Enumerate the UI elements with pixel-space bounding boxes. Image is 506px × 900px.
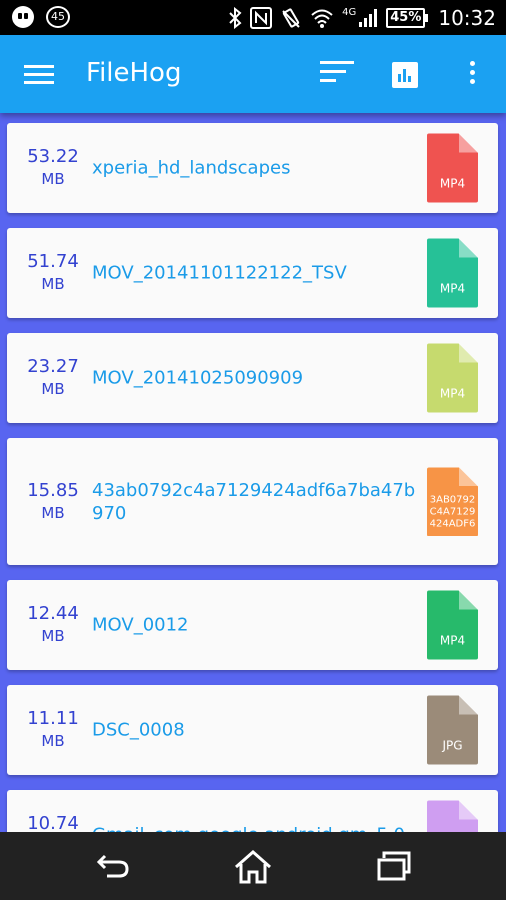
file-size-value: 11.11 [27,708,79,729]
file-size-unit: MB [41,380,65,398]
file-type-icon: 3AB0792C4A7129424ADF6A7BA47B970 [427,467,478,536]
more-vert-icon[interactable] [468,61,476,89]
file-type-label: JPG [442,738,463,753]
file-type-icon: MP4 [427,133,478,203]
file-list[interactable]: 53.22 MB xperia_hd_landscapes MP4 51.74 … [0,113,506,832]
file-size-value: 10.74 [27,813,79,832]
chart-icon[interactable] [392,62,418,88]
file-name: MOV_20141101122122_TSV [92,262,347,284]
file-type-label: MP4 [439,281,466,296]
hangouts-icon [12,6,34,28]
file-size: 51.74 MB [13,251,93,295]
file-type-label: 3AB0792C4A7129424ADF6A7BA47B970 [429,494,476,529]
file-type-label: MP4 [439,386,466,401]
file-size: 10.74 MB [13,813,93,832]
status-bar: 45 4G 45% 10:32 [0,0,506,35]
back-icon[interactable] [95,850,131,882]
file-size: 53.22 MB [13,146,93,190]
file-type-icon [427,800,478,832]
file-name: Gmail_com.google.android.gm_5.0 [92,824,417,833]
file-size: 12.44 MB [13,603,93,647]
notification-badge: 45 [46,6,70,28]
app-title: FileHog [86,58,182,88]
bluetooth-icon [229,6,242,29]
file-name: DSC_0008 [92,719,185,741]
battery-level: 45% [386,7,426,28]
vibrate-icon [282,7,300,28]
home-icon[interactable] [233,850,273,884]
file-size-value: 23.27 [27,356,79,377]
file-item[interactable]: 11.11 MB DSC_0008 JPG [7,685,498,775]
file-item[interactable]: 23.27 MB MOV_20141025090909 MP4 [7,333,498,423]
file-type-icon: MP4 [427,238,478,308]
file-size-unit: MB [41,275,65,293]
file-item[interactable]: 10.74 MB Gmail_com.google.android.gm_5.0 [7,790,498,832]
recent-apps-icon[interactable] [376,850,412,882]
file-size-value: 15.85 [27,479,79,501]
file-name: 43ab0792c4a7129424adf6a7ba47b970 [92,479,416,524]
battery-icon: 45% [386,7,429,28]
wifi-icon [311,9,333,28]
file-type-label: MP4 [439,176,466,191]
file-size-value: 53.22 [27,146,79,167]
file-size: 23.27 MB [13,356,93,400]
file-name: xperia_hd_landscapes [92,157,291,179]
file-item[interactable]: 12.44 MB MOV_0012 MP4 [7,580,498,670]
file-type-icon: MP4 [427,590,478,660]
file-size: 15.85 MB [13,480,93,524]
file-size-value: 51.74 [27,251,79,272]
file-type-icon: JPG [427,695,478,765]
navigation-bar [0,832,506,900]
file-size-unit: MB [41,503,65,522]
file-name: MOV_20141025090909 [92,367,304,389]
file-size-unit: MB [41,732,65,750]
file-type-icon: MP4 [427,343,478,413]
network-type-label: 4G [342,7,357,18]
file-size: 11.11 MB [13,708,93,752]
clock: 10:32 [438,5,496,30]
file-name: MOV_0012 [92,614,189,636]
menu-icon[interactable] [24,65,54,85]
signal-icon [359,8,378,27]
file-item[interactable]: 53.22 MB xperia_hd_landscapes MP4 [7,123,498,213]
file-item[interactable]: 51.74 MB MOV_20141101122122_TSV MP4 [7,228,498,318]
sort-icon[interactable] [320,61,354,87]
nfc-icon [250,6,273,29]
app-bar: FileHog [0,35,506,113]
file-size-unit: MB [41,170,65,188]
file-size-value: 12.44 [27,603,79,624]
file-item[interactable]: 15.85 MB 43ab0792c4a7129424adf6a7ba47b97… [7,438,498,565]
file-size-unit: MB [41,627,65,645]
file-type-label: MP4 [439,633,466,648]
